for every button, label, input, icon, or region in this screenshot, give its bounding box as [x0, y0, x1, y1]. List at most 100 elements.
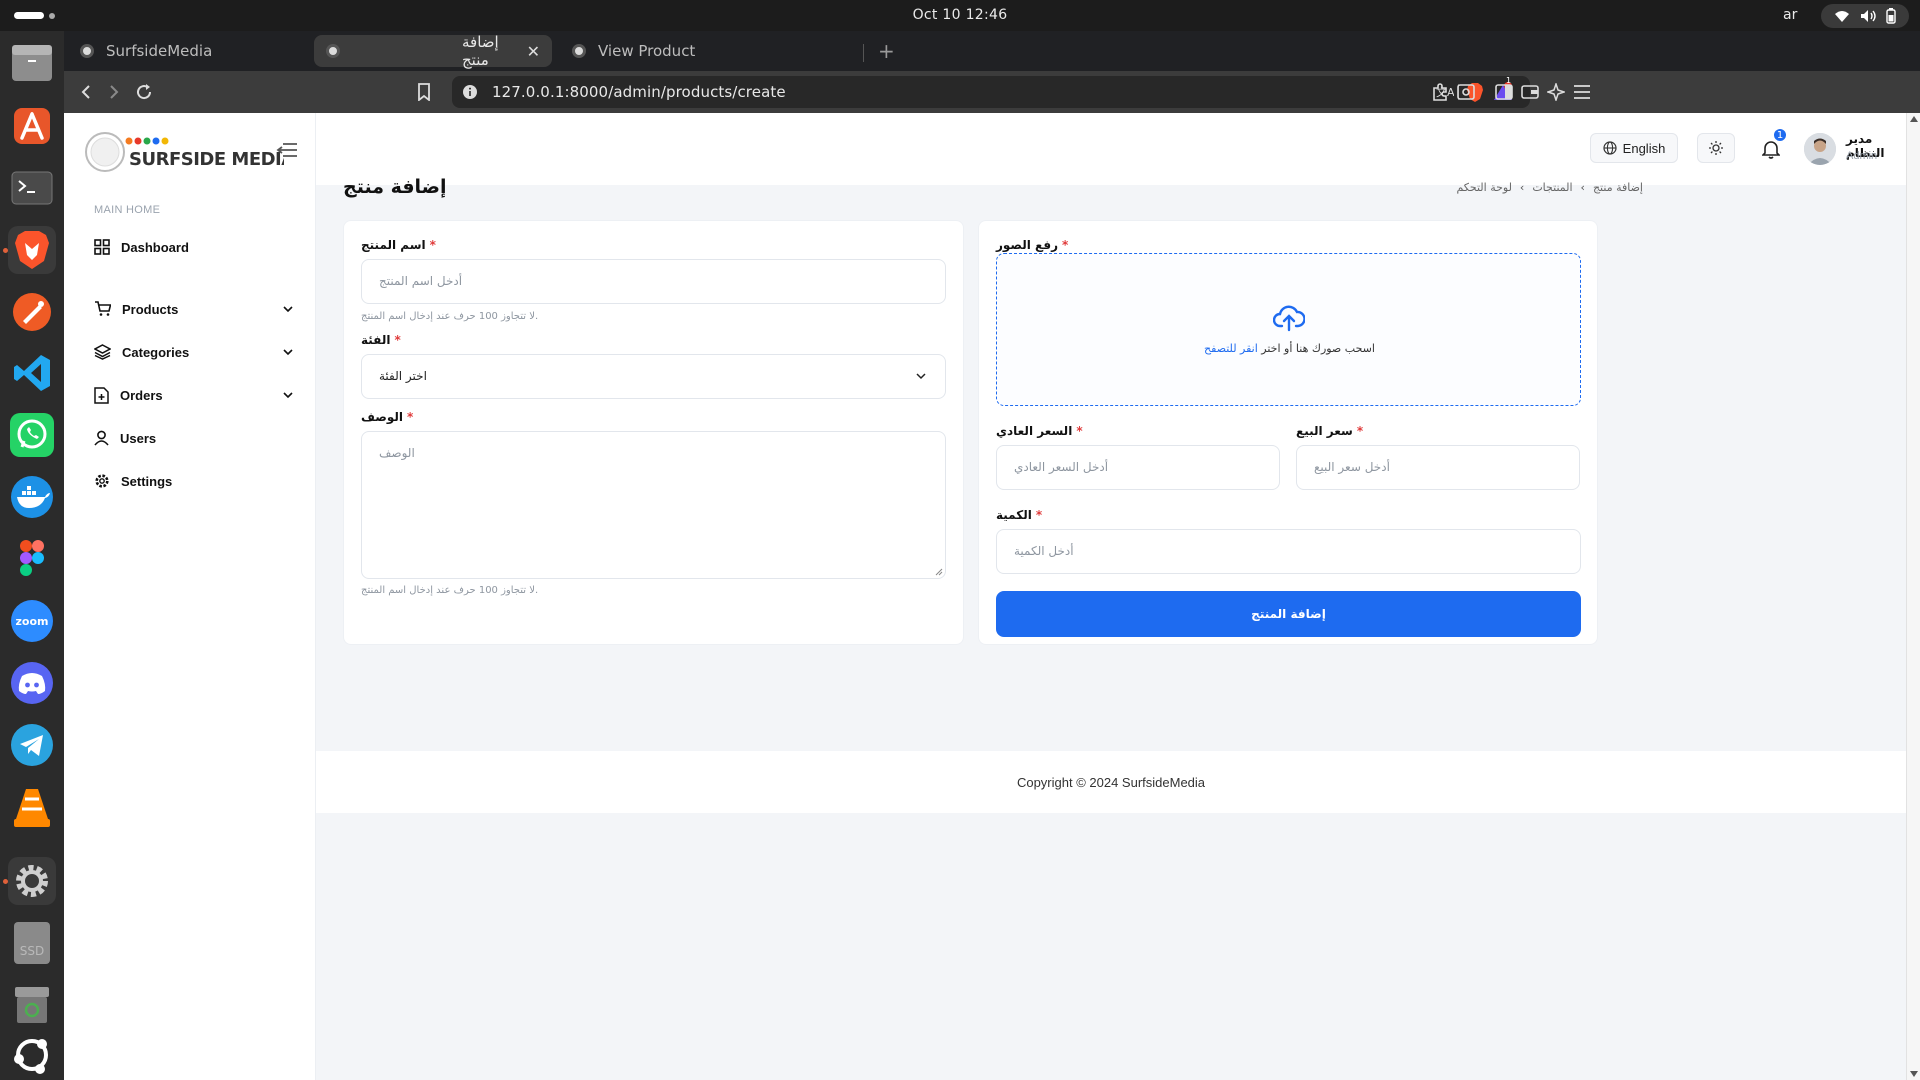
menu-icon[interactable] — [1572, 82, 1592, 102]
os-top-bar: Oct 10 12:46 ar — [0, 0, 1920, 31]
bookmark-icon[interactable] — [414, 82, 434, 102]
description-textarea[interactable]: الوصف — [361, 431, 946, 579]
system-status-menu[interactable] — [1821, 4, 1909, 28]
required-marker: * — [1356, 424, 1364, 438]
figma-icon[interactable] — [8, 535, 56, 583]
tab-separator — [863, 44, 864, 62]
add-product-button[interactable]: إضافة المنتج — [996, 591, 1581, 637]
sidebar-item-label: Dashboard — [121, 239, 189, 255]
vlc-icon[interactable] — [8, 783, 56, 831]
vscode-icon[interactable] — [8, 349, 56, 397]
extensions-icon[interactable] — [1430, 82, 1450, 102]
wallet-icon[interactable] — [1520, 82, 1540, 102]
product-name-input[interactable]: أدخل اسم المنتج — [361, 259, 946, 304]
cart-icon — [95, 301, 111, 316]
forward-button[interactable] — [104, 82, 124, 102]
collapse-sidebar-button[interactable] — [276, 139, 298, 163]
app-center-icon[interactable] — [8, 102, 56, 150]
user-role: Admin — [1846, 150, 1878, 162]
telegram-icon[interactable] — [8, 721, 56, 769]
regular-price-label: السعر العادي * — [996, 424, 1083, 438]
sidebar-item-settings[interactable]: Settings — [94, 466, 294, 496]
quantity-label: الكمية * — [996, 508, 1043, 522]
placeholder: أدخل اسم المنتج — [379, 274, 463, 288]
page-scrollbar[interactable] — [1906, 113, 1920, 1080]
placeholder: أدخل سعر البيع — [1314, 460, 1390, 474]
settings-app-icon[interactable] — [8, 857, 56, 905]
screenshot-icon[interactable] — [1456, 82, 1476, 102]
browser-toolbar: 127.0.0.1:8000/admin/products/create 文A … — [64, 71, 1920, 113]
docker-icon[interactable] — [8, 473, 56, 521]
tab-surfsidemedia[interactable]: SurfsideMedia — [68, 35, 316, 67]
admin-header: English 1 مدير النظام Admin — [316, 113, 1906, 185]
whatsapp-icon[interactable] — [8, 411, 56, 459]
page-footer: Copyright © 2024 SurfsideMedia — [316, 751, 1906, 813]
chevron-icon: › — [1519, 181, 1525, 194]
surfside-media-logo[interactable]: SURFSIDE MEDIA — [84, 127, 296, 177]
breadcrumb-item[interactable]: المنتجات — [1532, 181, 1572, 194]
chevron-down-icon — [283, 392, 293, 399]
sidebar-item-dashboard[interactable]: Dashboard — [94, 232, 294, 262]
chevron-down-icon — [283, 306, 293, 313]
category-label: الفئة * — [361, 333, 401, 347]
breadcrumb-item[interactable]: لوحة التحكم — [1456, 181, 1511, 194]
sidebar-item-label: Settings — [121, 473, 173, 489]
files-icon[interactable] — [8, 39, 56, 87]
placeholder: أدخل الكمية — [1014, 544, 1074, 558]
sidebar-item-label: Products — [122, 301, 179, 317]
quantity-input[interactable]: أدخل الكمية — [996, 529, 1581, 574]
required-marker: * — [394, 333, 401, 347]
regular-price-input[interactable]: أدخل السعر العادي — [996, 445, 1280, 490]
required-marker: * — [1062, 238, 1069, 252]
site-info-icon[interactable] — [462, 84, 478, 100]
sidebar-item-users[interactable]: Users — [94, 423, 294, 453]
new-tab-button[interactable]: + — [878, 31, 895, 71]
sidebar-item-products[interactable]: Products — [94, 294, 294, 324]
address-bar[interactable]: 127.0.0.1:8000/admin/products/create 文A … — [452, 76, 1530, 108]
tab-view-product[interactable]: View Product — [560, 35, 860, 67]
grid-icon — [94, 239, 110, 255]
admin-sidebar: SURFSIDE MEDIA MAIN HOME Dashboard Produ… — [64, 113, 316, 1080]
ssd-drive-icon[interactable]: SSD — [8, 919, 56, 967]
back-button[interactable] — [76, 82, 96, 102]
name-hint: لا تتجاوز 100 حرف عند إدخال اسم المنتج. — [361, 311, 539, 322]
avatar[interactable] — [1804, 133, 1836, 165]
system-clock[interactable]: Oct 10 12:46 — [0, 7, 1920, 23]
name-label: اسم المنتج * — [361, 238, 436, 252]
discord-icon[interactable] — [8, 659, 56, 707]
leo-ai-icon[interactable] — [1546, 82, 1566, 102]
sidebar-item-orders[interactable]: Orders — [94, 380, 294, 410]
input-language[interactable]: ar — [1783, 7, 1797, 23]
required-marker: * — [407, 410, 414, 424]
sale-price-input[interactable]: أدخل سعر البيع — [1296, 445, 1580, 490]
tab-add-product[interactable]: إضافة منتج ✕ — [314, 33, 552, 69]
theme-toggle-button[interactable] — [1697, 133, 1735, 163]
placeholder: الوصف — [379, 446, 415, 460]
sidebar-item-label: Users — [120, 430, 157, 446]
scroll-down-icon[interactable] — [1910, 1071, 1918, 1077]
browser-tab-strip: SurfsideMedia إضافة منتج ✕ View Product … — [64, 31, 1920, 71]
show-apps-icon[interactable] — [8, 1031, 56, 1079]
scroll-up-icon[interactable] — [1910, 116, 1918, 122]
language-switcher-button[interactable]: English — [1590, 133, 1678, 163]
reload-button[interactable] — [134, 82, 154, 102]
close-icon[interactable]: ✕ — [527, 42, 540, 61]
resize-handle-icon[interactable] — [935, 568, 943, 576]
trash-icon[interactable] — [8, 981, 56, 1029]
sidebar-item-categories[interactable]: Categories — [94, 337, 294, 367]
sidebar-toggle-icon[interactable] — [1494, 82, 1514, 102]
brave-browser-icon[interactable] — [8, 226, 56, 274]
image-dropzone[interactable]: اسحب صورك هنا أو اختر انقر للتصفح — [996, 253, 1581, 406]
category-select[interactable]: اختر الفئة — [361, 354, 946, 399]
logo-text: SURFSIDE MEDIA — [129, 149, 284, 170]
terminal-icon[interactable] — [8, 164, 56, 212]
postman-icon[interactable] — [8, 288, 56, 336]
sidebar-item-label: Categories — [122, 344, 190, 360]
globe-icon — [572, 44, 586, 58]
browse-link[interactable]: انقر للتصفح — [1204, 342, 1258, 355]
sidebar-section-heading: MAIN HOME — [94, 204, 161, 216]
chevron-down-icon — [916, 373, 926, 380]
zoom-icon[interactable]: zoom — [8, 597, 56, 645]
sale-price-label: سعر البيع * — [1296, 424, 1364, 438]
notification-count-badge: 1 — [1772, 127, 1788, 143]
